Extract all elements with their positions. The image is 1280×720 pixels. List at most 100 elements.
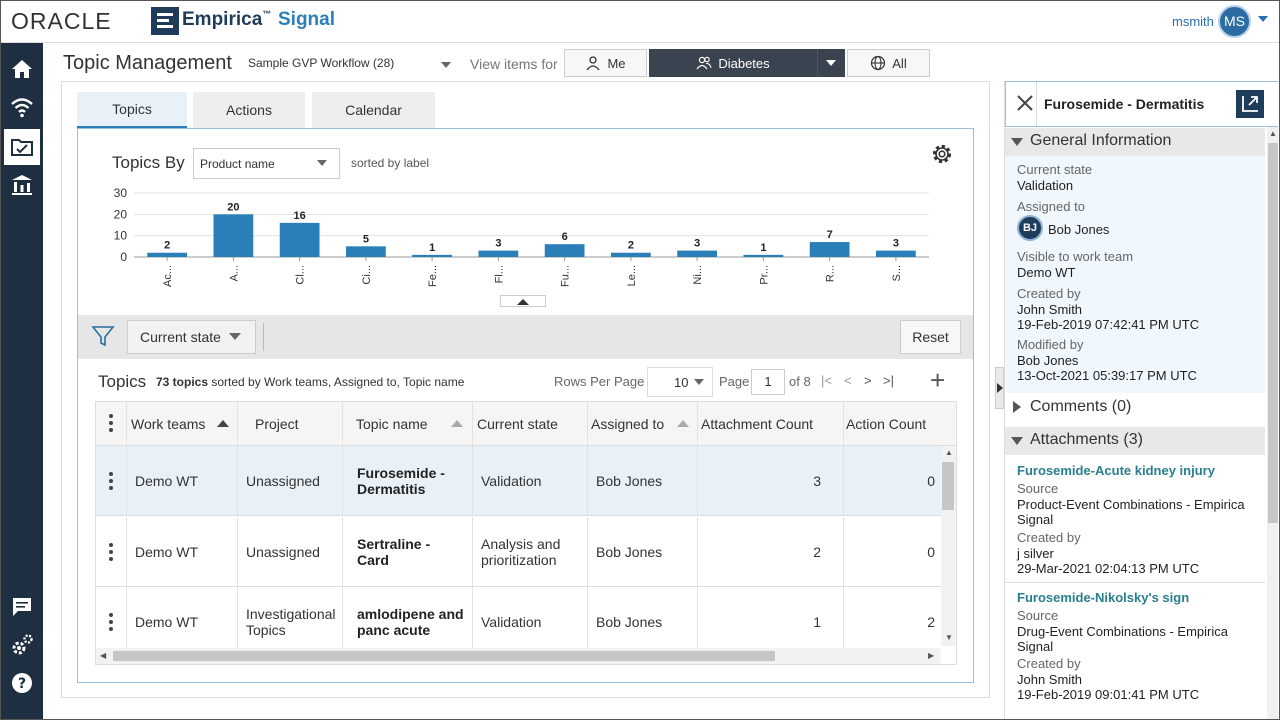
gears-icon <box>12 634 33 655</box>
table-row[interactable]: Demo WT Unassigned Furosemide - Dermatit… <box>96 446 941 516</box>
tab-actions[interactable]: Actions <box>193 92 305 128</box>
prev-page-icon[interactable]: < <box>844 373 852 388</box>
nav-analytics[interactable] <box>1 167 43 203</box>
kebab-icon <box>105 613 117 631</box>
detail-scroll-thumb[interactable] <box>1268 143 1278 523</box>
attachment-link[interactable]: Furosemide-Acute kidney injury <box>1017 463 1215 478</box>
close-icon[interactable] <box>1014 92 1036 114</box>
scroll-left-icon[interactable]: ◀ <box>100 651 106 660</box>
attachment-created-by: John Smith <box>1017 672 1083 687</box>
current-state-value: Validation <box>1017 178 1074 193</box>
scroll-down-icon[interactable]: ▼ <box>945 633 953 642</box>
tab-calendar[interactable]: Calendar <box>312 92 435 128</box>
column-attachment-count[interactable]: Attachment Count <box>698 402 844 446</box>
cell-topic-name[interactable]: Sertraline - Card <box>343 517 473 587</box>
cell-topic-name[interactable]: amlodipene and panc acute <box>343 587 473 657</box>
table-vertical-scrollbar[interactable]: ▲ ▼ <box>941 446 956 646</box>
kebab-icon <box>105 414 117 432</box>
chat-icon <box>13 598 31 616</box>
scroll-up-icon[interactable]: ▲ <box>1269 129 1277 138</box>
wifi-icon <box>11 98 33 118</box>
nav-help[interactable]: ? <box>1 665 43 701</box>
first-page-icon[interactable]: |< <box>821 373 832 388</box>
scroll-right-icon[interactable]: ▶ <box>928 651 934 660</box>
sort-asc-icon <box>217 420 229 427</box>
gear-icon[interactable] <box>930 142 954 166</box>
workflow-caret-icon[interactable] <box>441 62 451 68</box>
row-menu[interactable] <box>96 517 127 587</box>
nav-messages[interactable] <box>1 589 43 625</box>
general-info-section-header[interactable]: General Information <box>1005 128 1265 156</box>
bar-value-label: 3 <box>893 238 899 250</box>
signal-brand: Signal <box>278 9 336 30</box>
chart-bar <box>346 246 386 257</box>
horizontal-scroll-thumb[interactable] <box>113 651 775 661</box>
last-page-icon[interactable]: >| <box>883 373 894 388</box>
attachment-link[interactable]: Furosemide-Nikolsky's sign <box>1017 590 1189 605</box>
cell-assigned-to: Bob Jones <box>588 587 698 657</box>
workflow-select[interactable]: Sample GVP Workflow (28) <box>248 56 394 70</box>
page-number-input[interactable]: 1 <box>751 369 785 395</box>
add-topic-button[interactable]: + <box>930 367 945 393</box>
cell-action-count: 2 <box>927 614 935 630</box>
x-tick-label: R... <box>825 265 837 282</box>
comments-section-header[interactable]: Comments (0) <box>1005 394 1265 422</box>
chart-bar <box>876 250 916 257</box>
current-state-label: Current state <box>1017 162 1093 177</box>
cell-action-count: 0 <box>927 544 935 560</box>
detail-scrollbar[interactable]: ▲ ▼ <box>1267 127 1278 719</box>
view-me-button[interactable]: Me <box>564 49 647 77</box>
collapse-chart-button[interactable] <box>500 295 546 307</box>
cell-project: Investigational Topics <box>238 587 343 657</box>
attachments-section-header[interactable]: Attachments (3) <box>1005 427 1265 455</box>
table-row[interactable]: Demo WT Investigational Topics amlodipen… <box>96 587 941 657</box>
nav-settings[interactable] <box>1 627 43 663</box>
reset-button[interactable]: Reset <box>900 320 961 354</box>
chart-select-caret-icon[interactable] <box>317 160 327 166</box>
filter-icon[interactable] <box>91 324 115 348</box>
app-window: ORACLE Empirica™ Signal msmith MS ? Topi… <box>0 0 1280 720</box>
column-assigned-to[interactable]: Assigned to <box>588 402 698 446</box>
row-menu[interactable] <box>96 446 127 516</box>
tab-topics[interactable]: Topics <box>77 92 187 128</box>
scroll-up-icon[interactable]: ▲ <box>945 448 953 457</box>
x-tick-label: Le... <box>626 265 638 286</box>
row-menu[interactable] <box>96 587 127 657</box>
vertical-scroll-thumb[interactable] <box>942 462 954 510</box>
user-menu-caret-icon[interactable] <box>1258 16 1268 22</box>
x-tick-label: Cl... <box>295 265 307 285</box>
column-action-count[interactable]: Action Count <box>844 402 941 446</box>
table-row[interactable]: Demo WT Unassigned Sertraline - Card Ana… <box>96 517 941 587</box>
table-horizontal-scrollbar[interactable]: ◀ ▶ <box>96 648 941 664</box>
chart-title: Topics By <box>112 153 185 172</box>
username-link[interactable]: msmith <box>1172 14 1214 29</box>
caret-right-icon <box>1013 401 1021 413</box>
column-current-state[interactable]: Current state <box>473 402 588 446</box>
state-filter-caret-icon[interactable] <box>229 333 241 340</box>
external-link-icon <box>1242 96 1258 112</box>
user-avatar[interactable]: MS <box>1218 5 1251 38</box>
view-diabetes-dropdown[interactable] <box>817 49 845 77</box>
column-topic-name[interactable]: Topic name <box>343 402 473 446</box>
page-label: Page <box>719 374 750 389</box>
x-tick-label: A... <box>228 265 240 282</box>
x-tick-label: S... <box>891 265 903 282</box>
y-tick-label: 30 <box>114 186 128 200</box>
nav-home[interactable] <box>1 51 43 87</box>
rows-per-page-caret-icon[interactable] <box>694 379 704 385</box>
nav-signals[interactable] <box>1 89 43 125</box>
column-work-teams[interactable]: Work teams <box>127 402 238 446</box>
rows-per-page-label: Rows Per Page <box>554 374 645 389</box>
view-diabetes-button[interactable]: Diabetes <box>649 49 817 77</box>
collapse-detail-panel-button[interactable] <box>995 367 1004 409</box>
topics-count: 73 topics sorted by Work teams, Assigned… <box>156 375 465 389</box>
open-external-button[interactable] <box>1236 90 1264 118</box>
column-menu-header[interactable] <box>96 402 127 446</box>
column-project[interactable]: Project <box>238 402 343 446</box>
bar-value-label: 1 <box>760 242 766 254</box>
nav-topics[interactable] <box>4 129 40 165</box>
assigned-to-label: Assigned to <box>1017 199 1085 214</box>
view-all-button[interactable]: All <box>847 49 930 77</box>
cell-topic-name[interactable]: Furosemide - Dermatitis <box>343 446 473 516</box>
next-page-icon[interactable]: > <box>864 373 872 388</box>
